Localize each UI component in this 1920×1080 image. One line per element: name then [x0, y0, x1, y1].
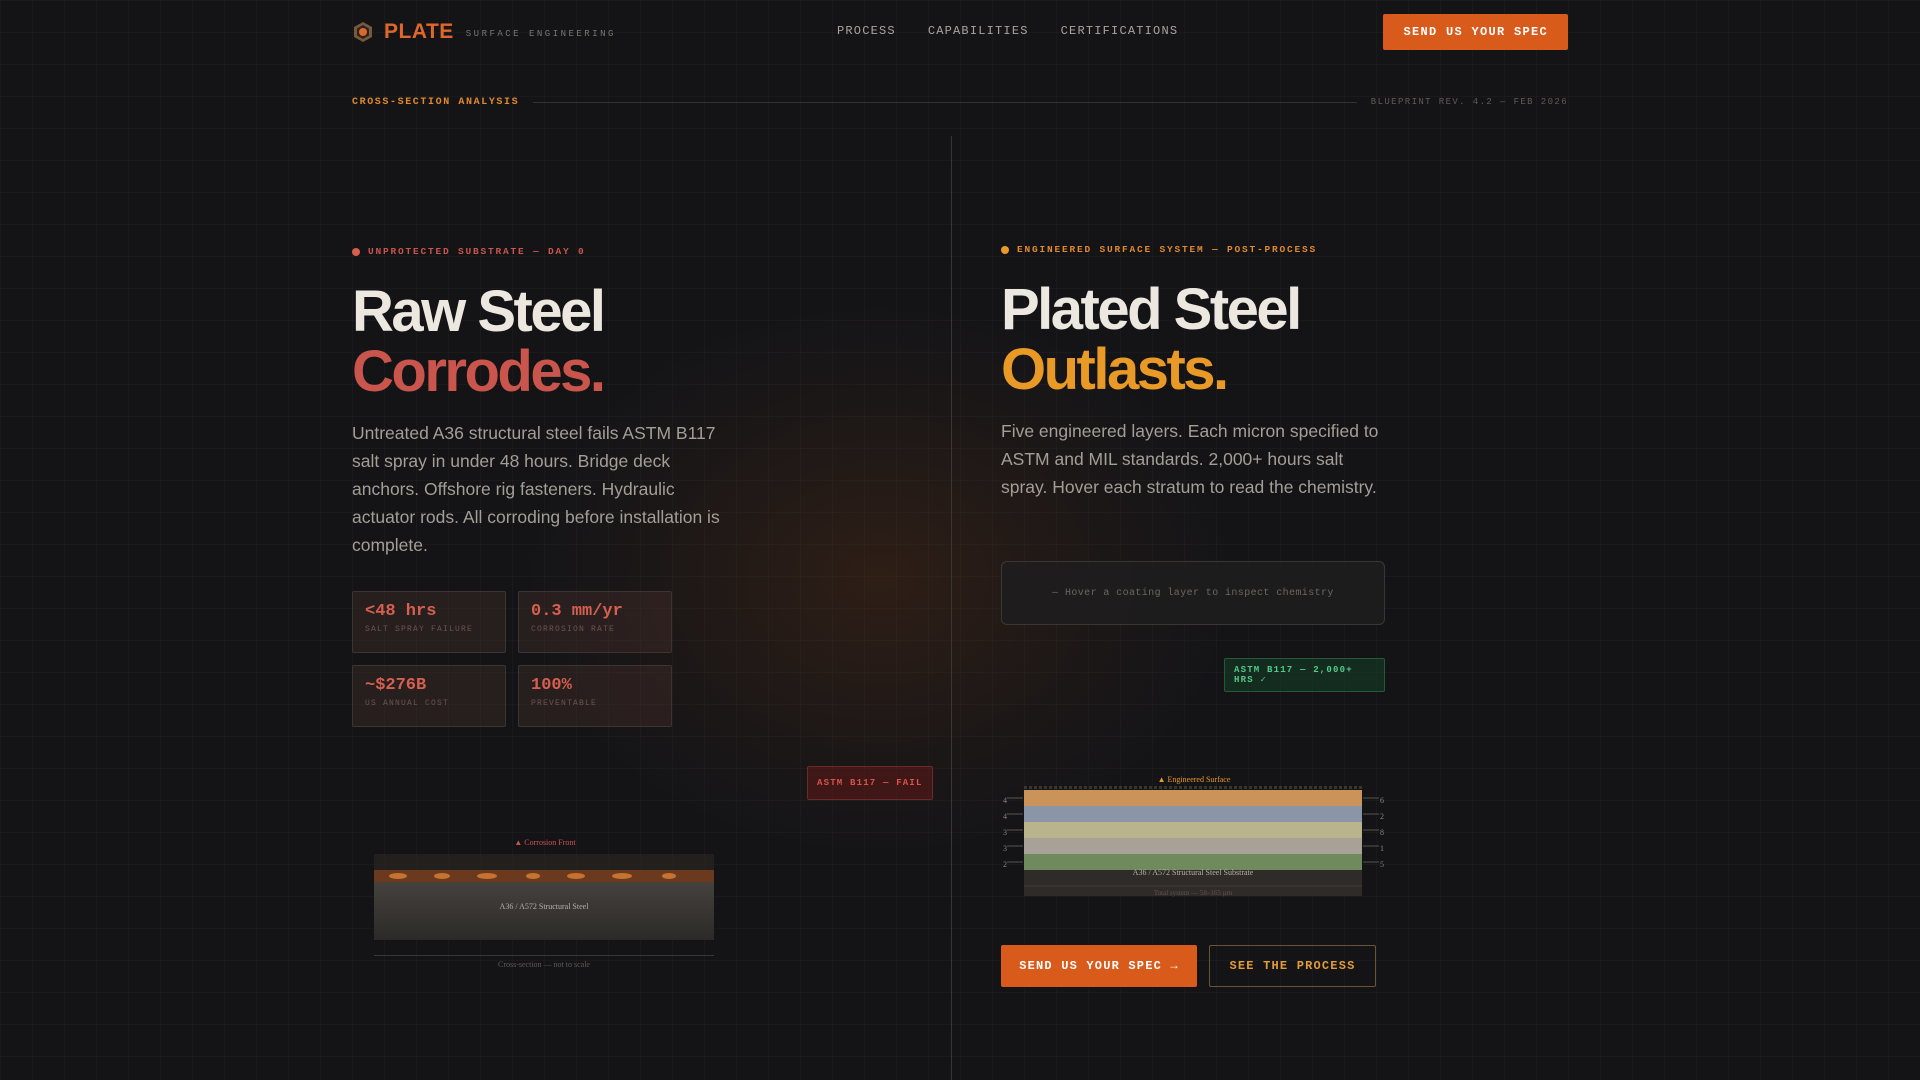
scale-tick: 6: [1380, 796, 1384, 805]
astm-pass-badge: ASTM B117 — 2,000+ HRS ✓: [1224, 658, 1385, 692]
right-tag-text: ENGINEERED SURFACE SYSTEM — POST-PROCESS: [1017, 244, 1318, 255]
right-scale-ticks: 6 2 8 1 5: [1378, 793, 1386, 873]
plated-substrate-label: A36 / A572 Structural Steel Substrate: [1132, 868, 1254, 877]
right-title: Plated Steel Outlasts.: [1001, 277, 1302, 402]
stat-value: ~$276B: [365, 676, 427, 695]
scale-tick: 3: [1003, 828, 1007, 837]
raw-substrate-label: A36 / A572 Structural Steel: [499, 902, 589, 911]
nav-link-capabilities[interactable]: CAPABILITIES: [928, 24, 1029, 38]
plate-logo-icon: [354, 22, 372, 42]
right-description: Five engineered layers. Each micron spec…: [1001, 421, 1379, 497]
stat-card: 0.3 mm/yr CORROSION RATE: [518, 591, 672, 653]
stat-label: PREVENTABLE: [531, 699, 598, 708]
scale-tick: 8: [1380, 828, 1384, 837]
left-description: Untreated A36 structural steel fails AST…: [352, 423, 720, 555]
raw-steel-cross-section[interactable]: [374, 852, 714, 940]
stat-label: US ANNUAL COST: [365, 699, 450, 708]
scale-tick: 3: [1003, 844, 1007, 853]
right-title-line1: Plated Steel: [1001, 277, 1302, 342]
stat-card: <48 hrs SALT SPRAY FAILURE: [352, 591, 506, 653]
scale-tick: 1: [1380, 844, 1384, 853]
left-tag-text: UNPROTECTED SUBSTRATE — DAY 0: [368, 246, 586, 257]
nav-link-process[interactable]: PROCESS: [837, 24, 896, 38]
coating-layer-3[interactable]: [1024, 822, 1362, 838]
not-to-scale-caption: Cross-section — not to scale: [498, 960, 590, 969]
coating-layer-4[interactable]: [1024, 838, 1362, 854]
nav-send-spec-button[interactable]: SEND US YOUR SPEC: [1383, 14, 1568, 50]
left-status-tag: UNPROTECTED SUBSTRATE — DAY 0: [352, 246, 586, 257]
coating-layer-1[interactable]: [1024, 790, 1362, 806]
stat-card: 100% PREVENTABLE: [518, 665, 672, 727]
system-thickness-label: Total system — 58–165 µm: [1153, 889, 1233, 897]
brand-name: PLATE: [384, 20, 454, 43]
coating-layer-2[interactable]: [1024, 806, 1362, 822]
status-dot-icon: [1001, 245, 1009, 254]
blueprint-revision: BLUEPRINT REV. 4.2 — FEB 2026: [1370, 97, 1568, 107]
scale-tick: 4: [1003, 796, 1007, 805]
scale-rule: [374, 955, 714, 956]
section-label: CROSS-SECTION ANALYSIS: [352, 96, 520, 108]
section-header: CROSS-SECTION ANALYSIS BLUEPRINT REV. 4.…: [352, 96, 1568, 108]
status-dot-icon: [352, 247, 360, 256]
center-divider: [951, 136, 952, 1080]
scale-tick: 2: [1380, 812, 1384, 821]
scale-tick: 4: [1003, 812, 1007, 821]
brand[interactable]: PLATE SURFACE ENGINEERING: [352, 20, 616, 44]
left-scale-ticks: 4 4 3 3 2: [1001, 793, 1009, 873]
corrosion-front-label: ▲ Corrosion Front: [514, 838, 576, 847]
brand-tagline: SURFACE ENGINEERING: [465, 28, 616, 39]
stat-value: 100%: [531, 676, 572, 695]
stat-value: 0.3 mm/yr: [531, 602, 623, 621]
plated-steel-cross-section: [1007, 786, 1379, 896]
engineered-surface-label: ▲ Engineered Surface: [1157, 775, 1231, 784]
left-title-line2: Corrodes.: [352, 339, 606, 404]
astm-fail-badge: ASTM B117 — FAIL: [807, 766, 933, 800]
section-rule: [533, 101, 1357, 103]
stat-label: SALT SPRAY FAILURE: [365, 625, 474, 634]
right-title-line2: Outlasts.: [1001, 337, 1229, 402]
left-title: Raw Steel Corrodes.: [352, 279, 606, 404]
stat-value: <48 hrs: [365, 602, 437, 621]
chemistry-inspector-panel[interactable]: — Hover a coating layer to inspect chemi…: [1001, 561, 1385, 625]
nav-link-certifications[interactable]: CERTIFICATIONS: [1061, 24, 1179, 38]
see-process-button[interactable]: SEE THE PROCESS: [1209, 945, 1376, 987]
send-spec-button[interactable]: SEND US YOUR SPEC →: [1001, 945, 1197, 987]
nav-links: PROCESS CAPABILITIES CERTIFICATIONS: [837, 24, 1178, 38]
stat-label: CORROSION RATE: [531, 625, 616, 634]
right-status-tag: ENGINEERED SURFACE SYSTEM — POST-PROCESS: [1001, 244, 1317, 255]
top-nav: PLATE SURFACE ENGINEERING PROCESS CAPABI…: [352, 14, 1568, 50]
scale-tick: 5: [1380, 860, 1384, 869]
left-title-line1: Raw Steel: [352, 279, 606, 344]
scale-tick: 2: [1003, 860, 1007, 869]
stat-card: ~$276B US ANNUAL COST: [352, 665, 506, 727]
